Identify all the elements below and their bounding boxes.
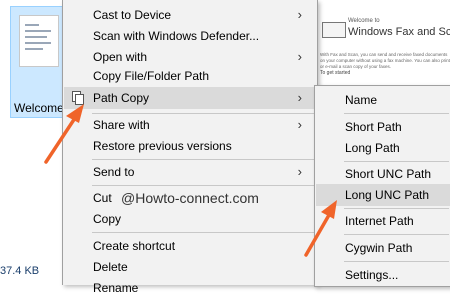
submenu-item-label: Internet Path	[345, 214, 414, 228]
watermark-text: @Howto-connect.com	[121, 190, 259, 206]
menu-item-label: Rename	[93, 281, 139, 295]
path-copy-icon	[72, 91, 84, 105]
submenu-item-name[interactable]: Name	[316, 89, 450, 111]
file-name-label: Welcome to Fax and Scan	[14, 101, 66, 115]
chevron-right-icon: ›	[297, 7, 302, 22]
submenu-item-internet-path[interactable]: Internet Path	[316, 210, 450, 232]
submenu-item-short-unc-path[interactable]: Short UNC Path	[316, 163, 450, 185]
submenu-item-long-path[interactable]: Long Path	[316, 137, 450, 159]
menu-item-label: Open with	[93, 50, 148, 64]
menu-item-label: Create shortcut	[93, 239, 176, 253]
submenu-item-label: Short Path	[345, 120, 402, 134]
submenu-item-cygwin-path[interactable]: Cygwin Path	[316, 237, 450, 259]
menu-item-create-shortcut[interactable]: Create shortcut	[64, 235, 316, 257]
preview-paragraph: With Fax and Scan, you can send and rece…	[320, 52, 450, 69]
submenu-item-label: Settings...	[345, 268, 399, 282]
menu-separator	[344, 161, 449, 162]
submenu-item-settings[interactable]: Settings...	[316, 264, 450, 286]
menu-item-copy-file-folder-path[interactable]: Copy File/Folder Path	[64, 65, 316, 87]
menu-item-label: Cast to Device	[93, 8, 172, 22]
menu-separator	[92, 185, 315, 186]
file-item-selected[interactable]: Welcome to Fax and Scan	[10, 6, 67, 118]
menu-separator	[92, 159, 315, 160]
submenu-item-label: Short UNC Path	[345, 167, 432, 181]
menu-item-label: Share with	[93, 118, 150, 132]
menu-separator	[92, 232, 315, 233]
chevron-right-icon: ›	[297, 164, 302, 179]
menu-separator	[344, 234, 449, 235]
menu-item-copy[interactable]: Copy	[64, 208, 316, 230]
submenu-item-label: Long Path	[345, 141, 400, 155]
chevron-right-icon: ›	[297, 49, 302, 64]
menu-item-path-copy[interactable]: Path Copy ›	[64, 87, 316, 109]
menu-item-label: Copy	[93, 212, 122, 226]
menu-separator	[344, 113, 449, 114]
file-size-status: 37.4 KB	[0, 265, 40, 277]
menu-item-label: Scan with Windows Defender...	[93, 29, 260, 43]
document-thumbnail	[19, 15, 59, 67]
chevron-right-icon: ›	[297, 90, 302, 105]
submenu-item-short-path[interactable]: Short Path	[316, 116, 450, 138]
context-menu: Cast to Device › Scan with Windows Defen…	[62, 0, 318, 295]
menu-item-label: Send to	[93, 165, 135, 179]
menu-item-label: Delete	[93, 260, 128, 274]
menu-item-scan-defender[interactable]: Scan with Windows Defender...	[64, 25, 316, 47]
preview-title: Windows Fax and Scan	[348, 26, 450, 38]
submenu-item-label: Name	[345, 93, 378, 107]
submenu-item-label: Cygwin Path	[345, 241, 413, 255]
menu-item-delete[interactable]: Delete	[64, 256, 316, 278]
menu-item-restore-versions[interactable]: Restore previous versions	[64, 135, 316, 157]
preview-welcome-text: Welcome to	[348, 18, 380, 24]
menu-item-label: Cut	[93, 191, 112, 205]
menu-item-cast-to-device[interactable]: Cast to Device ›	[64, 4, 316, 26]
menu-item-share-with[interactable]: Share with ›	[64, 114, 316, 136]
menu-item-label: Copy File/Folder Path	[93, 69, 210, 83]
menu-item-send-to[interactable]: Send to ›	[64, 161, 316, 183]
menu-separator	[344, 208, 449, 209]
submenu-item-label: Long UNC Path	[345, 188, 430, 202]
chevron-right-icon: ›	[297, 117, 302, 132]
preview-heading: To get started	[320, 70, 351, 76]
preview-pane: Welcome to Windows Fax and Scan With Fax…	[320, 2, 450, 90]
menu-separator	[344, 261, 449, 262]
menu-item-label: Path Copy	[93, 91, 150, 105]
path-copy-submenu: Name Short Path Long Path Short UNC Path…	[314, 85, 450, 287]
menu-item-label: Restore previous versions	[93, 139, 232, 153]
submenu-item-long-unc-path[interactable]: Long UNC Path	[316, 184, 450, 206]
fax-scan-logo-icon	[322, 22, 346, 38]
menu-item-rename[interactable]: Rename	[64, 277, 316, 299]
